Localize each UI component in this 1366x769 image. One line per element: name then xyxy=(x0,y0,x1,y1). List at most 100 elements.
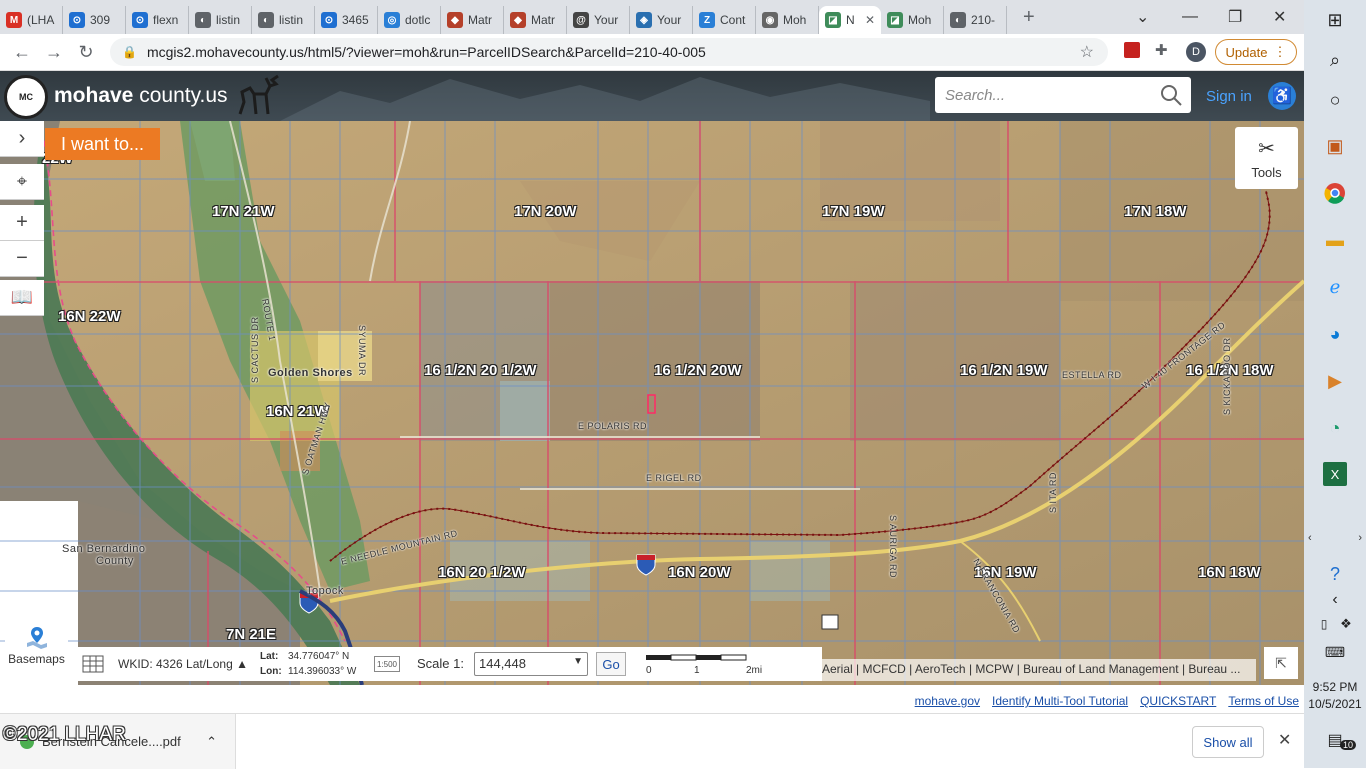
profile-avatar[interactable]: D xyxy=(1186,42,1206,62)
scale-tick-0: 0 xyxy=(646,665,652,676)
browser-tab[interactable]: ◐ listin xyxy=(252,6,315,34)
chrome-icon[interactable] xyxy=(1323,181,1347,205)
browser-tab[interactable]: M (LHA xyxy=(0,6,63,34)
scale-input-icon[interactable]: 1:500 xyxy=(374,656,400,672)
i-want-to-button[interactable]: I want to... xyxy=(45,128,160,160)
footer-link-tutorial[interactable]: Identify Multi-Tool Tutorial xyxy=(992,694,1128,708)
internet-explorer-icon[interactable]: ℯ xyxy=(1323,275,1347,299)
township-label: 17N 21W xyxy=(212,203,275,220)
search-input[interactable]: Search... xyxy=(935,77,1191,113)
file-explorer-icon[interactable]: ▬ xyxy=(1323,228,1347,252)
grid-overview-icon[interactable] xyxy=(82,655,104,673)
township-label: 16N 22W xyxy=(58,308,121,325)
brand-logo[interactable]: mohave county.us xyxy=(54,84,228,108)
expand-attribution-icon[interactable]: ⇱ xyxy=(1264,647,1298,679)
keyboard-icon[interactable]: ⌨ xyxy=(1323,640,1347,664)
aerial-map-image[interactable] xyxy=(0,121,1304,685)
browser-tab[interactable]: ◪ Moh xyxy=(881,6,944,34)
reload-icon[interactable]: ↻ xyxy=(70,42,102,63)
tab-label: 3465 xyxy=(342,13,369,27)
tab-favicon-icon: ◐ xyxy=(950,12,966,28)
coordinate-system-selector[interactable]: WKID: 4326 Lat/Long ▲ xyxy=(118,657,248,671)
forward-icon[interactable]: → xyxy=(38,42,70,63)
edge-icon[interactable]: ◕ xyxy=(1323,322,1347,346)
search-icon[interactable] xyxy=(1159,83,1183,107)
zoom-out-icon[interactable]: − xyxy=(0,241,44,277)
browser-tab[interactable]: ◎ dotlc xyxy=(378,6,441,34)
tab-search-icon[interactable]: ⌄ xyxy=(1136,0,1149,34)
excel-icon[interactable]: X xyxy=(1323,462,1347,486)
store-bag-icon[interactable]: ▣ xyxy=(1323,134,1347,158)
browser-tab[interactable]: ⊙ 309 xyxy=(63,6,126,34)
dropbox-icon[interactable]: ❖ xyxy=(1334,612,1358,636)
tray-chevron-icon[interactable]: ‹ xyxy=(1323,588,1347,612)
tab-label: N xyxy=(846,13,855,27)
bookmark-star-icon[interactable]: ☆ xyxy=(1080,42,1094,62)
new-tab-icon[interactable]: + xyxy=(1023,6,1035,29)
scroll-right-icon[interactable]: › xyxy=(1358,532,1362,550)
footer-link-terms[interactable]: Terms of Use xyxy=(1228,694,1299,708)
restore-icon[interactable]: ❐ xyxy=(1228,0,1242,34)
sign-in-link[interactable]: Sign in xyxy=(1206,88,1252,105)
tab-favicon-icon: ◪ xyxy=(825,12,841,28)
scroll-left-icon[interactable]: ‹ xyxy=(1308,532,1312,550)
show-all-button[interactable]: Show all xyxy=(1192,726,1264,758)
scale-bar-graphic xyxy=(646,654,747,661)
chevron-up-icon[interactable]: ⌃ xyxy=(206,734,217,750)
media-player-icon[interactable]: ▶ xyxy=(1323,369,1347,393)
scale-bar: 0 1 2mi xyxy=(644,651,814,677)
accessibility-icon[interactable]: ♿ xyxy=(1268,82,1296,110)
browser-tab[interactable]: Z Cont xyxy=(693,6,756,34)
map-view[interactable]: 22W17N 21W17N 20W17N 19W17N 18W16N 22W16… xyxy=(0,121,1304,685)
browser-tab[interactable]: ◈ Your xyxy=(630,6,693,34)
back-icon[interactable]: ← xyxy=(6,42,38,63)
road-label: San Bernardino xyxy=(62,543,146,555)
browser-tab[interactable]: @ Your xyxy=(567,6,630,34)
lock-icon[interactable]: 🔒 xyxy=(122,45,137,59)
extensions-puzzle-icon[interactable]: ✚ xyxy=(1155,41,1168,59)
browser-tab[interactable]: ⊙ flexn xyxy=(126,6,189,34)
system-clock[interactable]: 9:52 PM 10/5/2021 xyxy=(1304,679,1366,713)
basemaps-button[interactable]: Basemaps xyxy=(5,617,68,674)
address-bar[interactable]: 🔒 mcgis2.mohavecounty.us/html5/?viewer=m… xyxy=(110,38,1108,66)
footer-link-quickstart[interactable]: QUICKSTART xyxy=(1140,694,1216,708)
tab-favicon-icon: ◉ xyxy=(762,12,778,28)
browser-tab[interactable]: ◐ listin xyxy=(189,6,252,34)
tab-label: dotlc xyxy=(405,13,431,27)
brand-bold: mohave xyxy=(54,84,134,107)
lat-lon-readout: Lat: 34.776047° N Lon: 114.396033° W xyxy=(260,649,356,679)
browser-tab[interactable]: ◐ 210- xyxy=(944,6,1007,34)
minimize-icon[interactable]: — xyxy=(1182,0,1198,34)
clock-date: 10/5/2021 xyxy=(1308,697,1362,711)
update-button[interactable]: Update ⋮ xyxy=(1215,39,1297,65)
expand-panel-chevron-icon[interactable]: › xyxy=(0,121,44,157)
windows-start-icon[interactable]: ⊞ xyxy=(1323,8,1347,32)
road-label: E RIGEL RD xyxy=(646,473,702,483)
taskbar-search-icon[interactable]: ⌕ xyxy=(1323,48,1347,72)
close-download-bar-icon[interactable]: ✕ xyxy=(1278,730,1291,750)
browser-tab[interactable]: ◆ Matr xyxy=(504,6,567,34)
county-seal-logo[interactable]: MC xyxy=(4,75,48,119)
close-tab-icon[interactable]: ✕ xyxy=(865,13,875,27)
elk-icon xyxy=(238,74,279,115)
browser-tab[interactable]: ◪ N ✕ xyxy=(819,6,881,34)
footer-link-mohave-gov[interactable]: mohave.gov xyxy=(915,694,980,708)
tab-favicon-icon: @ xyxy=(573,12,589,28)
tools-button[interactable]: ✂ Tools xyxy=(1235,127,1298,189)
browser-tab[interactable]: ⊙ 3465 xyxy=(315,6,378,34)
tray-phone-icon[interactable]: ▯ xyxy=(1312,612,1336,636)
browser-tab[interactable]: ◆ Matr xyxy=(441,6,504,34)
browser-tab[interactable]: ◉ Moh xyxy=(756,6,819,34)
locate-me-icon[interactable]: ⌖ xyxy=(0,164,44,200)
tab-label: Moh xyxy=(783,13,807,27)
close-window-icon[interactable]: ✕ xyxy=(1273,0,1286,34)
edge-dev-icon[interactable]: ◔ xyxy=(1323,416,1347,440)
scale-select[interactable]: 144,448 ▼ xyxy=(474,652,588,676)
help-icon[interactable]: ? xyxy=(1323,562,1347,586)
go-button[interactable]: Go xyxy=(596,652,626,676)
bookmarks-book-icon[interactable]: 📖 xyxy=(0,280,44,316)
lat-label: Lat: xyxy=(260,651,279,662)
cortana-circle-icon[interactable]: ○ xyxy=(1323,88,1347,112)
zoom-in-icon[interactable]: + xyxy=(0,205,44,241)
pdf-extension-icon[interactable] xyxy=(1124,42,1140,58)
